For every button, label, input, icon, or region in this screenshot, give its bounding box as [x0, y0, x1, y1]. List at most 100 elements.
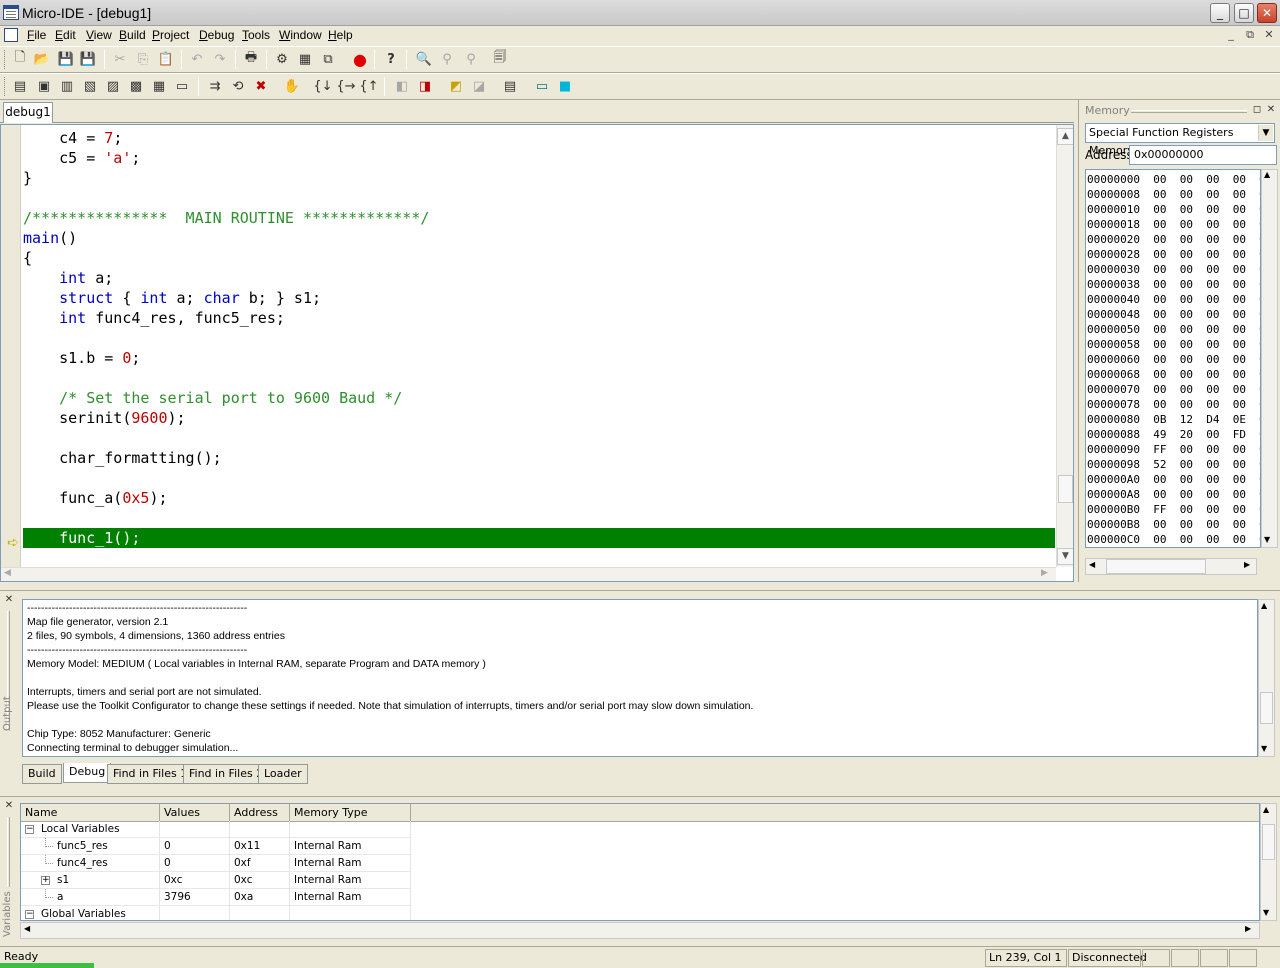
- code-line[interactable]: c5 = 'a';: [23, 148, 1055, 168]
- code-line[interactable]: {: [23, 248, 1055, 268]
- variable-row[interactable]: func4_res 0 0xf Internal Ram: [21, 855, 411, 872]
- column-header-name[interactable]: Name: [21, 804, 160, 822]
- variables-vertical-scrollbar[interactable]: ▲ ▼: [1260, 803, 1277, 921]
- code-line[interactable]: int a;: [23, 268, 1055, 288]
- code-line[interactable]: main(): [23, 228, 1055, 248]
- column-header-memory-type[interactable]: Memory Type: [290, 804, 411, 822]
- menu-build[interactable]: Build: [119, 28, 146, 42]
- output-window-icon[interactable]: ▣: [34, 76, 54, 96]
- code-line[interactable]: [23, 428, 1055, 448]
- menu-view[interactable]: View: [86, 28, 112, 42]
- variable-row[interactable]: − Global Variables: [21, 906, 411, 920]
- code-content[interactable]: c4 = 7; c5 = 'a';} /*************** MAIN …: [23, 128, 1055, 568]
- remove-breakpoint-icon[interactable]: ◨: [415, 76, 435, 96]
- memory-panel-close-icon[interactable]: ✕: [1265, 104, 1277, 116]
- memory-row[interactable]: 00000080 0B 12 D4 0E 00 0: [1087, 412, 1260, 427]
- memory-row[interactable]: 00000040 00 00 00 00 00 0: [1087, 292, 1260, 307]
- variables-horizontal-scrollbar[interactable]: ◀ ▶: [20, 922, 1260, 939]
- scroll-up-button[interactable]: ▲: [1057, 128, 1073, 145]
- scroll-down-button[interactable]: ▼: [1261, 744, 1267, 753]
- scroll-left-button[interactable]: ◀: [4, 568, 11, 578]
- go-icon[interactable]: ⇉: [205, 76, 225, 96]
- tab-loader[interactable]: Loader: [258, 764, 308, 784]
- code-line[interactable]: [23, 188, 1055, 208]
- document-icon[interactable]: [4, 28, 18, 42]
- memory-row[interactable]: 00000078 00 00 00 00 00 0: [1087, 397, 1260, 412]
- code-line[interactable]: [23, 468, 1055, 488]
- menu-help[interactable]: Help: [328, 28, 353, 42]
- close-button[interactable]: ✕: [1257, 3, 1277, 23]
- memory-horizontal-scrollbar[interactable]: ◀ ▶: [1085, 558, 1257, 575]
- memory-row[interactable]: 00000008 00 00 00 00 00 0: [1087, 187, 1260, 202]
- menu-window[interactable]: Window: [279, 28, 322, 42]
- toolbar-grip[interactable]: [4, 77, 7, 96]
- code-line[interactable]: }: [23, 168, 1055, 188]
- menu-file[interactable]: File: [27, 28, 46, 42]
- menu-tools[interactable]: Tools: [242, 28, 270, 42]
- save-icon[interactable]: 💾: [56, 49, 76, 69]
- mdi-restore-button[interactable]: ⧉: [1243, 28, 1257, 42]
- panel-grip[interactable]: [1131, 110, 1247, 113]
- tab-build[interactable]: Build: [22, 764, 62, 784]
- memory-row[interactable]: 000000A0 00 00 00 00 00 0: [1087, 472, 1260, 487]
- memory-row[interactable]: 000000B0 FF 00 00 00 00 0: [1087, 502, 1260, 517]
- memory-row[interactable]: 00000048 00 00 00 00 00 0: [1087, 307, 1260, 322]
- tab-find-in-files-1[interactable]: Find in Files 1: [107, 764, 194, 784]
- tab-debug[interactable]: Debug: [63, 763, 112, 783]
- restart-icon[interactable]: ⟲: [228, 76, 248, 96]
- variable-row[interactable]: a 3796 0xa Internal Ram: [21, 889, 411, 906]
- code-line[interactable]: /*************** MAIN ROUTINE **********…: [23, 208, 1055, 228]
- output-close-icon[interactable]: ✕: [3, 594, 15, 606]
- paste-icon[interactable]: 📋: [156, 49, 176, 69]
- memory-row[interactable]: 00000068 00 00 00 00 00 0: [1087, 367, 1260, 382]
- code-line[interactable]: [23, 368, 1055, 388]
- collapse-icon[interactable]: −: [25, 825, 34, 834]
- mdi-minimize-button[interactable]: _: [1224, 28, 1238, 42]
- collapse-icon[interactable]: −: [25, 910, 34, 919]
- copy-icon[interactable]: ⎘: [133, 49, 153, 69]
- code-line[interactable]: struct { int a; char b; } s1;: [23, 288, 1055, 308]
- menu-edit[interactable]: Edit: [55, 28, 76, 42]
- editor-vertical-scrollbar[interactable]: ▲ ▼: [1056, 125, 1073, 567]
- build-icon[interactable]: ▦: [295, 49, 315, 69]
- memory-row[interactable]: 000000B8 00 00 00 00 00 0: [1087, 517, 1260, 532]
- chevron-down-icon[interactable]: ▼: [1258, 125, 1273, 141]
- step-out-icon[interactable]: {↑: [359, 76, 379, 96]
- scroll-right-button[interactable]: ▶: [1245, 924, 1251, 933]
- find-in-files-icon[interactable]: 🗐: [490, 49, 510, 69]
- code-line[interactable]: /* Set the serial port to 9600 Baud */: [23, 388, 1055, 408]
- code-line[interactable]: int func4_res, func5_res;: [23, 308, 1055, 328]
- editor-horizontal-scrollbar[interactable]: ◀ ▶: [1, 567, 1056, 581]
- simulator-icon[interactable]: ▭: [532, 76, 552, 96]
- memory-row[interactable]: 000000A8 00 00 00 00 00 0: [1087, 487, 1260, 502]
- variable-row[interactable]: + s1 0xc 0xc Internal Ram: [21, 872, 411, 889]
- find-next-icon[interactable]: ⚲: [437, 49, 457, 69]
- undo-icon[interactable]: ↶: [187, 49, 207, 69]
- variables-table[interactable]: Name Values Address Memory Type − Local V…: [20, 803, 1260, 921]
- editor-gutter[interactable]: [1, 125, 21, 581]
- scroll-thumb[interactable]: [1260, 692, 1273, 724]
- memory-row[interactable]: 00000030 00 00 00 00 00 0: [1087, 262, 1260, 277]
- scroll-left-button[interactable]: ◀: [1089, 560, 1095, 569]
- stop-debugging-icon[interactable]: ✖: [251, 76, 271, 96]
- rebuild-icon[interactable]: ⧉: [318, 49, 338, 69]
- address-input[interactable]: 0x00000000: [1129, 145, 1277, 165]
- new-file-icon[interactable]: 🗋: [10, 49, 30, 69]
- scroll-down-button[interactable]: ▼: [1264, 535, 1270, 544]
- target-icon[interactable]: ■: [555, 76, 575, 96]
- enable-breakpoint-icon[interactable]: ◩: [446, 76, 466, 96]
- menu-debug[interactable]: Debug: [199, 28, 234, 42]
- memory-row[interactable]: 00000010 00 00 00 00 00 0: [1087, 202, 1260, 217]
- scroll-up-button[interactable]: ▲: [1263, 805, 1269, 814]
- minimize-button[interactable]: _: [1210, 3, 1230, 23]
- save-all-icon[interactable]: 💾: [78, 49, 98, 69]
- help-icon[interactable]: ?: [381, 49, 401, 69]
- memory-row[interactable]: 00000060 00 00 00 00 00 0: [1087, 352, 1260, 367]
- disable-breakpoint-icon[interactable]: ◪: [469, 76, 489, 96]
- step-into-icon[interactable]: {↓: [313, 76, 333, 96]
- current-code-line[interactable]: func_1();: [23, 528, 1055, 548]
- code-line[interactable]: s1.b = 0;: [23, 348, 1055, 368]
- insert-breakpoint-icon[interactable]: ◧: [392, 76, 412, 96]
- break-icon[interactable]: ✋: [282, 76, 302, 96]
- code-editor[interactable]: ➪ c4 = 7; c5 = 'a';} /*************** MAI…: [0, 124, 1074, 582]
